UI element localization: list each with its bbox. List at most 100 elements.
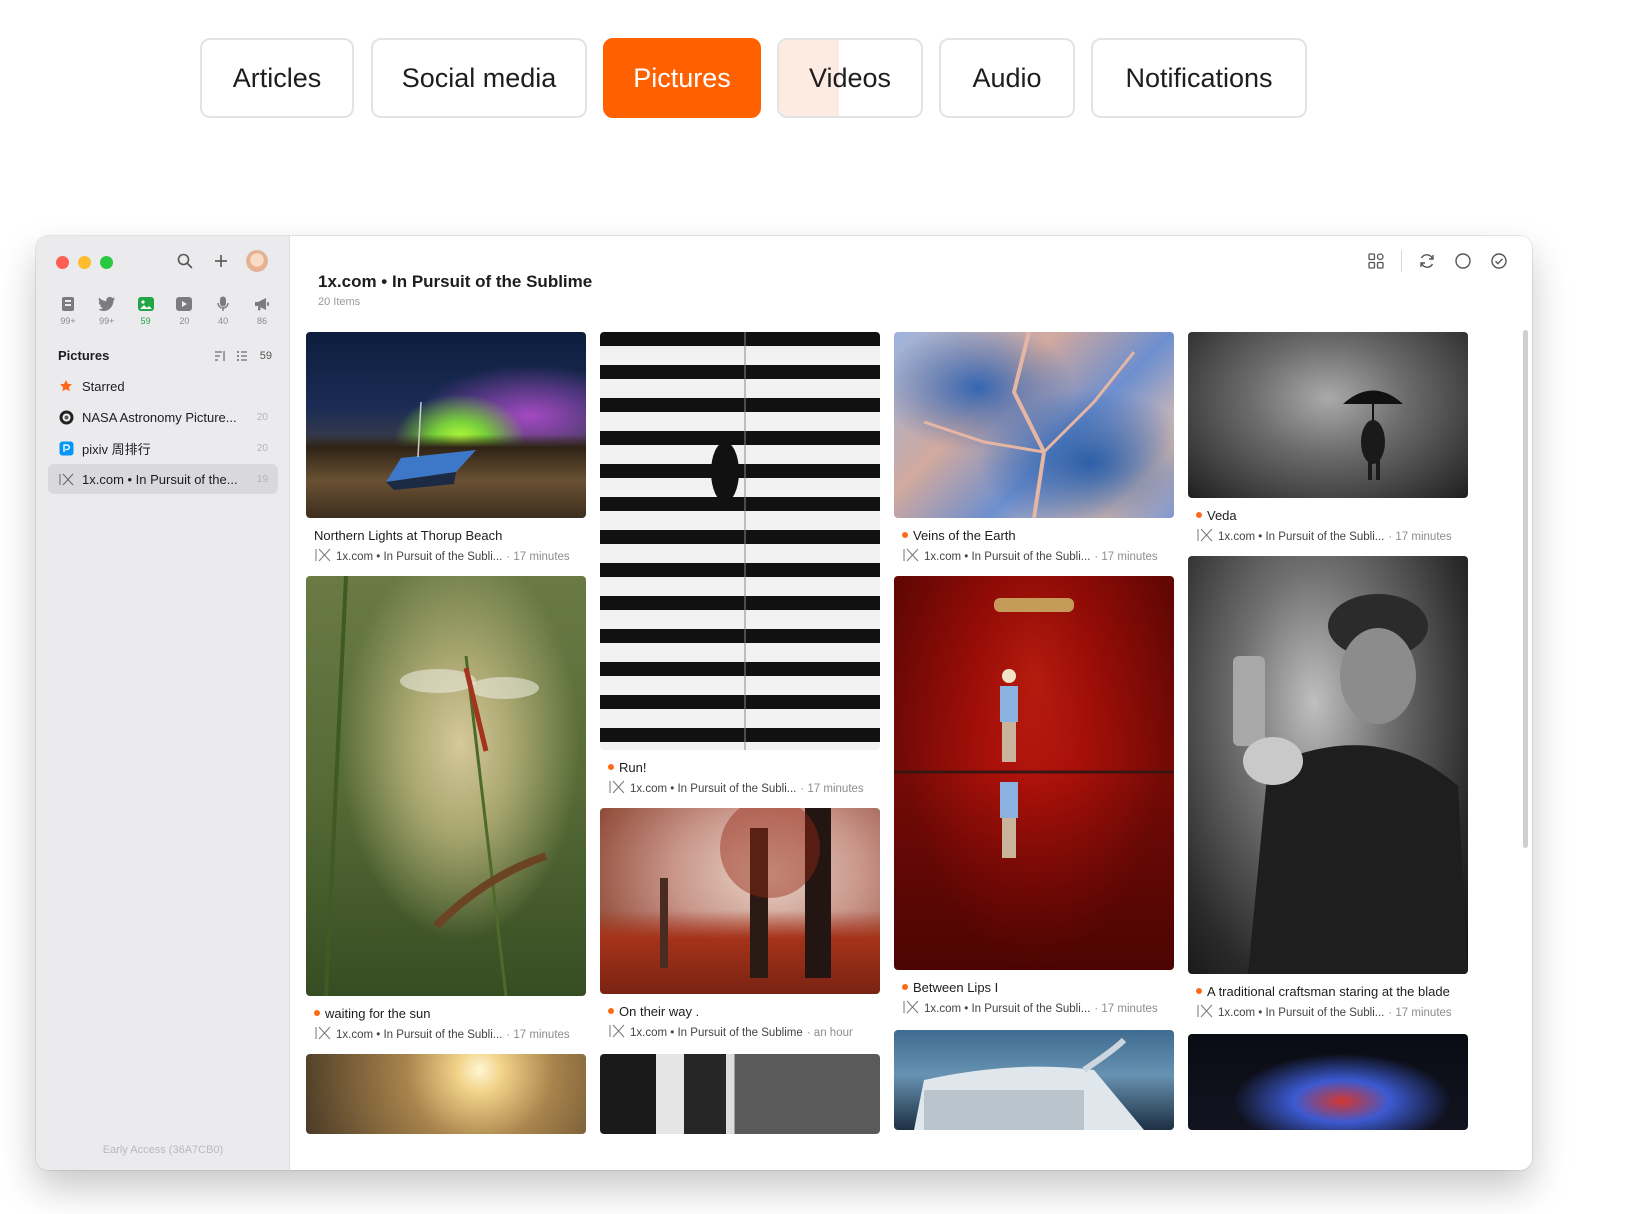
vertical-scrollbar[interactable] <box>1523 330 1528 848</box>
timestamp: · 17 minutes <box>1388 1006 1452 1019</box>
category-audio[interactable]: 40 <box>207 294 239 326</box>
tab-label: Notifications <box>1125 62 1273 93</box>
unread-dot <box>1196 512 1202 518</box>
mark-all-read-icon[interactable] <box>1488 250 1510 272</box>
picture-card[interactable]: Between Lips I 1x.com • In Pursuit of th… <box>894 576 1174 1017</box>
mark-unread-icon[interactable] <box>1452 250 1474 272</box>
unread-dot <box>314 1010 320 1016</box>
tab-articles[interactable]: Articles <box>200 38 354 118</box>
filter-icon[interactable] <box>236 350 248 362</box>
zoom-window-button[interactable] <box>100 256 113 269</box>
close-window-button[interactable] <box>56 256 69 269</box>
unread-dot <box>902 532 908 538</box>
twitter-icon <box>91 294 123 314</box>
picture-card[interactable]: Veins of the Earth 1x.com • In Pursuit o… <box>894 332 1174 565</box>
picture-meta: 1x.com • In Pursuit of the Subli... · 17… <box>306 543 586 565</box>
category-social[interactable]: 99+ <box>91 294 123 326</box>
feed-list: Starred NASA Astronomy Picture... 20 pix… <box>48 370 278 494</box>
category-count: 99+ <box>60 316 76 326</box>
source-name: 1x.com • In Pursuit of the Sublime <box>630 1026 803 1039</box>
timestamp: · 17 minutes <box>506 1028 570 1041</box>
picture-card[interactable]: Northern Lights at Thorup Beach 1x.com •… <box>306 332 586 565</box>
avatar[interactable] <box>246 250 268 272</box>
picture-card[interactable] <box>600 1054 880 1134</box>
search-icon[interactable] <box>174 250 196 272</box>
picture-caption: Veda <box>1188 498 1468 523</box>
article-icon <box>52 294 84 314</box>
category-pictures[interactable]: 59 <box>130 294 162 326</box>
timestamp: · 17 minutes <box>1388 530 1452 543</box>
caption-text: Veda <box>1207 508 1237 523</box>
minimize-window-button[interactable] <box>78 256 91 269</box>
microphone-icon <box>207 294 239 314</box>
sort-icon[interactable] <box>214 350 226 362</box>
picture-meta: 1x.com • In Pursuit of the Subli... · 17… <box>1188 999 1468 1021</box>
feed-count: 20 <box>256 411 268 423</box>
section-count: 59 <box>259 349 272 362</box>
picture-icon <box>130 294 162 314</box>
1x-icon <box>608 780 626 797</box>
picture-thumbnail <box>306 1054 586 1134</box>
picture-card[interactable] <box>306 1054 586 1134</box>
unread-dot <box>902 984 908 990</box>
category-count: 40 <box>218 316 229 326</box>
category-notifications[interactable]: 86 <box>246 294 278 326</box>
picture-card[interactable] <box>894 1030 1174 1130</box>
item-count: 20 Items <box>318 296 361 308</box>
tab-social-media[interactable]: Social media <box>371 38 587 118</box>
picture-caption: Veins of the Earth <box>894 518 1174 543</box>
feed-item-1x[interactable]: 1x.com • In Pursuit of the... 19 <box>48 464 278 494</box>
category-icon-row: 99+ 99+ 59 20 40 86 <box>52 294 278 326</box>
source-name: 1x.com • In Pursuit of the Subli... <box>924 550 1091 563</box>
feed-item-pixiv[interactable]: pixiv 周排行 20 <box>48 433 278 463</box>
sidebar-toolbar <box>174 250 268 272</box>
tab-notifications[interactable]: Notifications <box>1091 38 1307 118</box>
picture-thumbnail <box>306 576 586 996</box>
category-articles[interactable]: 99+ <box>52 294 84 326</box>
picture-card[interactable]: Run! 1x.com • In Pursuit of the Subli...… <box>600 332 880 797</box>
feed-label: Starred <box>82 378 125 394</box>
picture-meta: 1x.com • In Pursuit of the Subli... · 17… <box>600 775 880 797</box>
caption-text: On their way . <box>619 1004 700 1019</box>
caption-text: A traditional craftsman staring at the b… <box>1207 984 1450 999</box>
unread-dot <box>1196 988 1202 994</box>
picture-caption: Northern Lights at Thorup Beach <box>306 518 586 543</box>
picture-thumbnail <box>894 576 1174 970</box>
timestamp: · an hour <box>806 1026 853 1039</box>
category-videos[interactable]: 20 <box>168 294 200 326</box>
timestamp: · 17 minutes <box>1094 550 1158 563</box>
picture-card[interactable]: Veda 1x.com • In Pursuit of the Subli...… <box>1188 332 1468 545</box>
source-name: 1x.com • In Pursuit of the Subli... <box>924 1002 1091 1015</box>
video-icon <box>168 294 200 314</box>
tab-audio[interactable]: Audio <box>939 38 1075 118</box>
tab-label: Pictures <box>633 62 731 93</box>
tab-label: Audio <box>972 62 1042 93</box>
timestamp: · 17 minutes <box>1094 1002 1158 1015</box>
refresh-icon[interactable] <box>1416 250 1438 272</box>
picture-thumbnail <box>1188 332 1468 498</box>
caption-text: Veins of the Earth <box>913 528 1016 543</box>
layout-grid-icon[interactable] <box>1365 250 1387 272</box>
picture-card[interactable]: On their way . 1x.com • In Pursuit of th… <box>600 808 880 1041</box>
tab-label: Articles <box>232 62 322 93</box>
feed-item-starred[interactable]: Starred <box>48 371 278 401</box>
add-icon[interactable] <box>210 250 232 272</box>
picture-card[interactable] <box>1188 1034 1468 1130</box>
unread-dot <box>608 1008 614 1014</box>
main-toolbar <box>1365 250 1510 272</box>
feed-header: 1x.com • In Pursuit of the Sublime 20 It… <box>318 272 592 308</box>
tab-videos[interactable]: Videos <box>777 38 923 118</box>
picture-thumbnail <box>600 332 880 750</box>
toolbar-divider <box>1401 250 1402 272</box>
1x-icon <box>314 1026 332 1043</box>
unread-dot <box>608 764 614 770</box>
picture-card[interactable]: A traditional craftsman staring at the b… <box>1188 556 1468 1021</box>
tab-pictures[interactable]: Pictures <box>603 38 761 118</box>
megaphone-icon <box>246 294 278 314</box>
category-tabs: Articles Social media Pictures Videos Au… <box>0 38 1630 118</box>
picture-card[interactable]: waiting for the sun 1x.com • In Pursuit … <box>306 576 586 1043</box>
picture-caption: Between Lips I <box>894 970 1174 995</box>
feed-item-nasa[interactable]: NASA Astronomy Picture... 20 <box>48 402 278 432</box>
caption-text: waiting for the sun <box>325 1006 431 1021</box>
1x-icon <box>1196 1004 1214 1021</box>
